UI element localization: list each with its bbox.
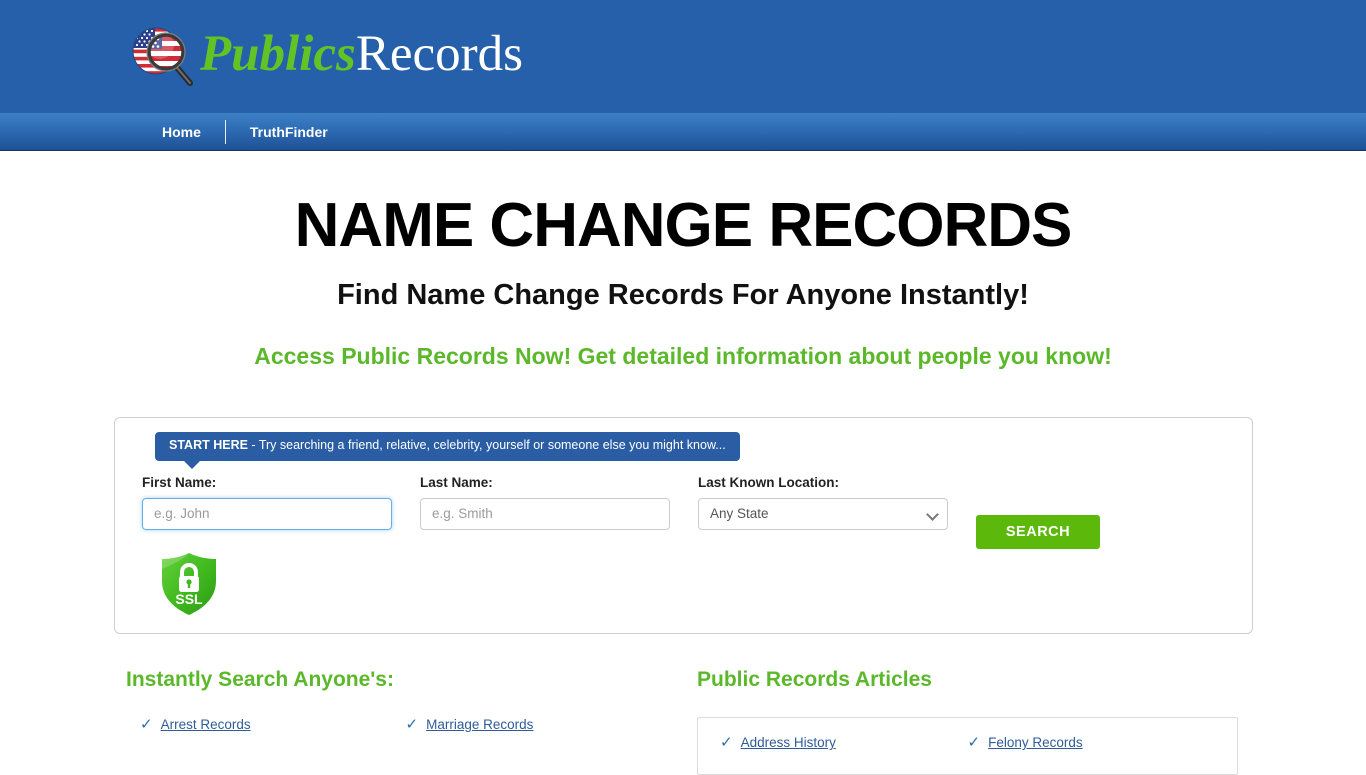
- main-navigation: Home TruthFinder: [0, 113, 1366, 151]
- ssl-label: SSL: [175, 591, 203, 607]
- main-content: NAME CHANGE RECORDS Find Name Change Rec…: [0, 151, 1366, 370]
- first-name-field-group: First Name:: [142, 476, 392, 530]
- search-button[interactable]: SEARCH: [976, 515, 1100, 549]
- instant-search-column: Instantly Search Anyone's: ✓ Arrest Reco…: [126, 668, 671, 746]
- last-name-field-group: Last Name:: [420, 476, 670, 530]
- tooltip-bold-label: START HERE: [169, 438, 248, 452]
- nav-item-home[interactable]: Home: [138, 114, 225, 150]
- first-name-input[interactable]: [142, 497, 392, 530]
- tooltip-rest-label: - Try searching a friend, relative, cele…: [247, 438, 726, 452]
- list-item[interactable]: ✓ Address History: [720, 735, 968, 750]
- logo-wordmark: PublicsRecords: [200, 25, 523, 82]
- usa-flag-magnifier-icon: [124, 19, 198, 93]
- first-name-label: First Name:: [142, 475, 217, 490]
- nav-item-truthfinder[interactable]: TruthFinder: [226, 114, 352, 150]
- location-field-group: Last Known Location: Any State: [698, 476, 948, 530]
- ssl-badge: SSL: [159, 551, 219, 617]
- link-marriage-records[interactable]: Marriage Records: [426, 717, 533, 732]
- instant-search-link-grid: ✓ Arrest Records ✓ Marriage Records: [126, 717, 671, 746]
- site-header: PublicsRecords: [0, 0, 1366, 113]
- checkmark-icon: ✓: [140, 716, 153, 734]
- articles-link-grid: ✓ Address History ✓ Felony Records: [720, 735, 1215, 764]
- logo-word-records: Records: [355, 25, 523, 82]
- location-select[interactable]: Any State: [698, 497, 948, 530]
- location-select-wrapper[interactable]: Any State: [698, 497, 948, 530]
- checkmark-icon: ✓: [967, 734, 981, 752]
- page-subtitle: Find Name Change Records For Anyone Inst…: [337, 279, 1029, 312]
- page-tagline: Access Public Records Now! Get detailed …: [254, 342, 1112, 369]
- list-item[interactable]: ✓ Marriage Records: [406, 717, 672, 732]
- checkmark-icon: ✓: [405, 716, 419, 734]
- last-name-input[interactable]: [420, 497, 670, 530]
- search-panel: START HERE - Try searching a friend, rel…: [114, 417, 1253, 634]
- list-item[interactable]: ✓ Arrest Records: [140, 717, 406, 732]
- link-felony-records[interactable]: Felony Records: [988, 735, 1083, 750]
- articles-box: ✓ Address History ✓ Felony Records: [697, 717, 1238, 775]
- page-title: NAME CHANGE RECORDS: [294, 191, 1073, 260]
- list-item[interactable]: ✓ Felony Records: [968, 735, 1216, 750]
- last-name-label: Last Name:: [420, 475, 493, 490]
- link-address-history[interactable]: Address History: [741, 735, 836, 750]
- articles-heading: Public Records Articles: [697, 668, 932, 691]
- site-logo[interactable]: PublicsRecords: [124, 16, 523, 96]
- logo-word-publics: Publics: [200, 25, 356, 82]
- checkmark-icon: ✓: [720, 734, 733, 752]
- location-label: Last Known Location:: [698, 475, 839, 490]
- start-here-tooltip: START HERE - Try searching a friend, rel…: [155, 432, 740, 469]
- link-arrest-records[interactable]: Arrest Records: [161, 717, 251, 732]
- articles-column: Public Records Articles ✓ Address Histor…: [697, 668, 1238, 775]
- search-fields-row: First Name: Last Name: Last Known Locati…: [115, 476, 1252, 556]
- instant-search-heading: Instantly Search Anyone's:: [126, 668, 394, 691]
